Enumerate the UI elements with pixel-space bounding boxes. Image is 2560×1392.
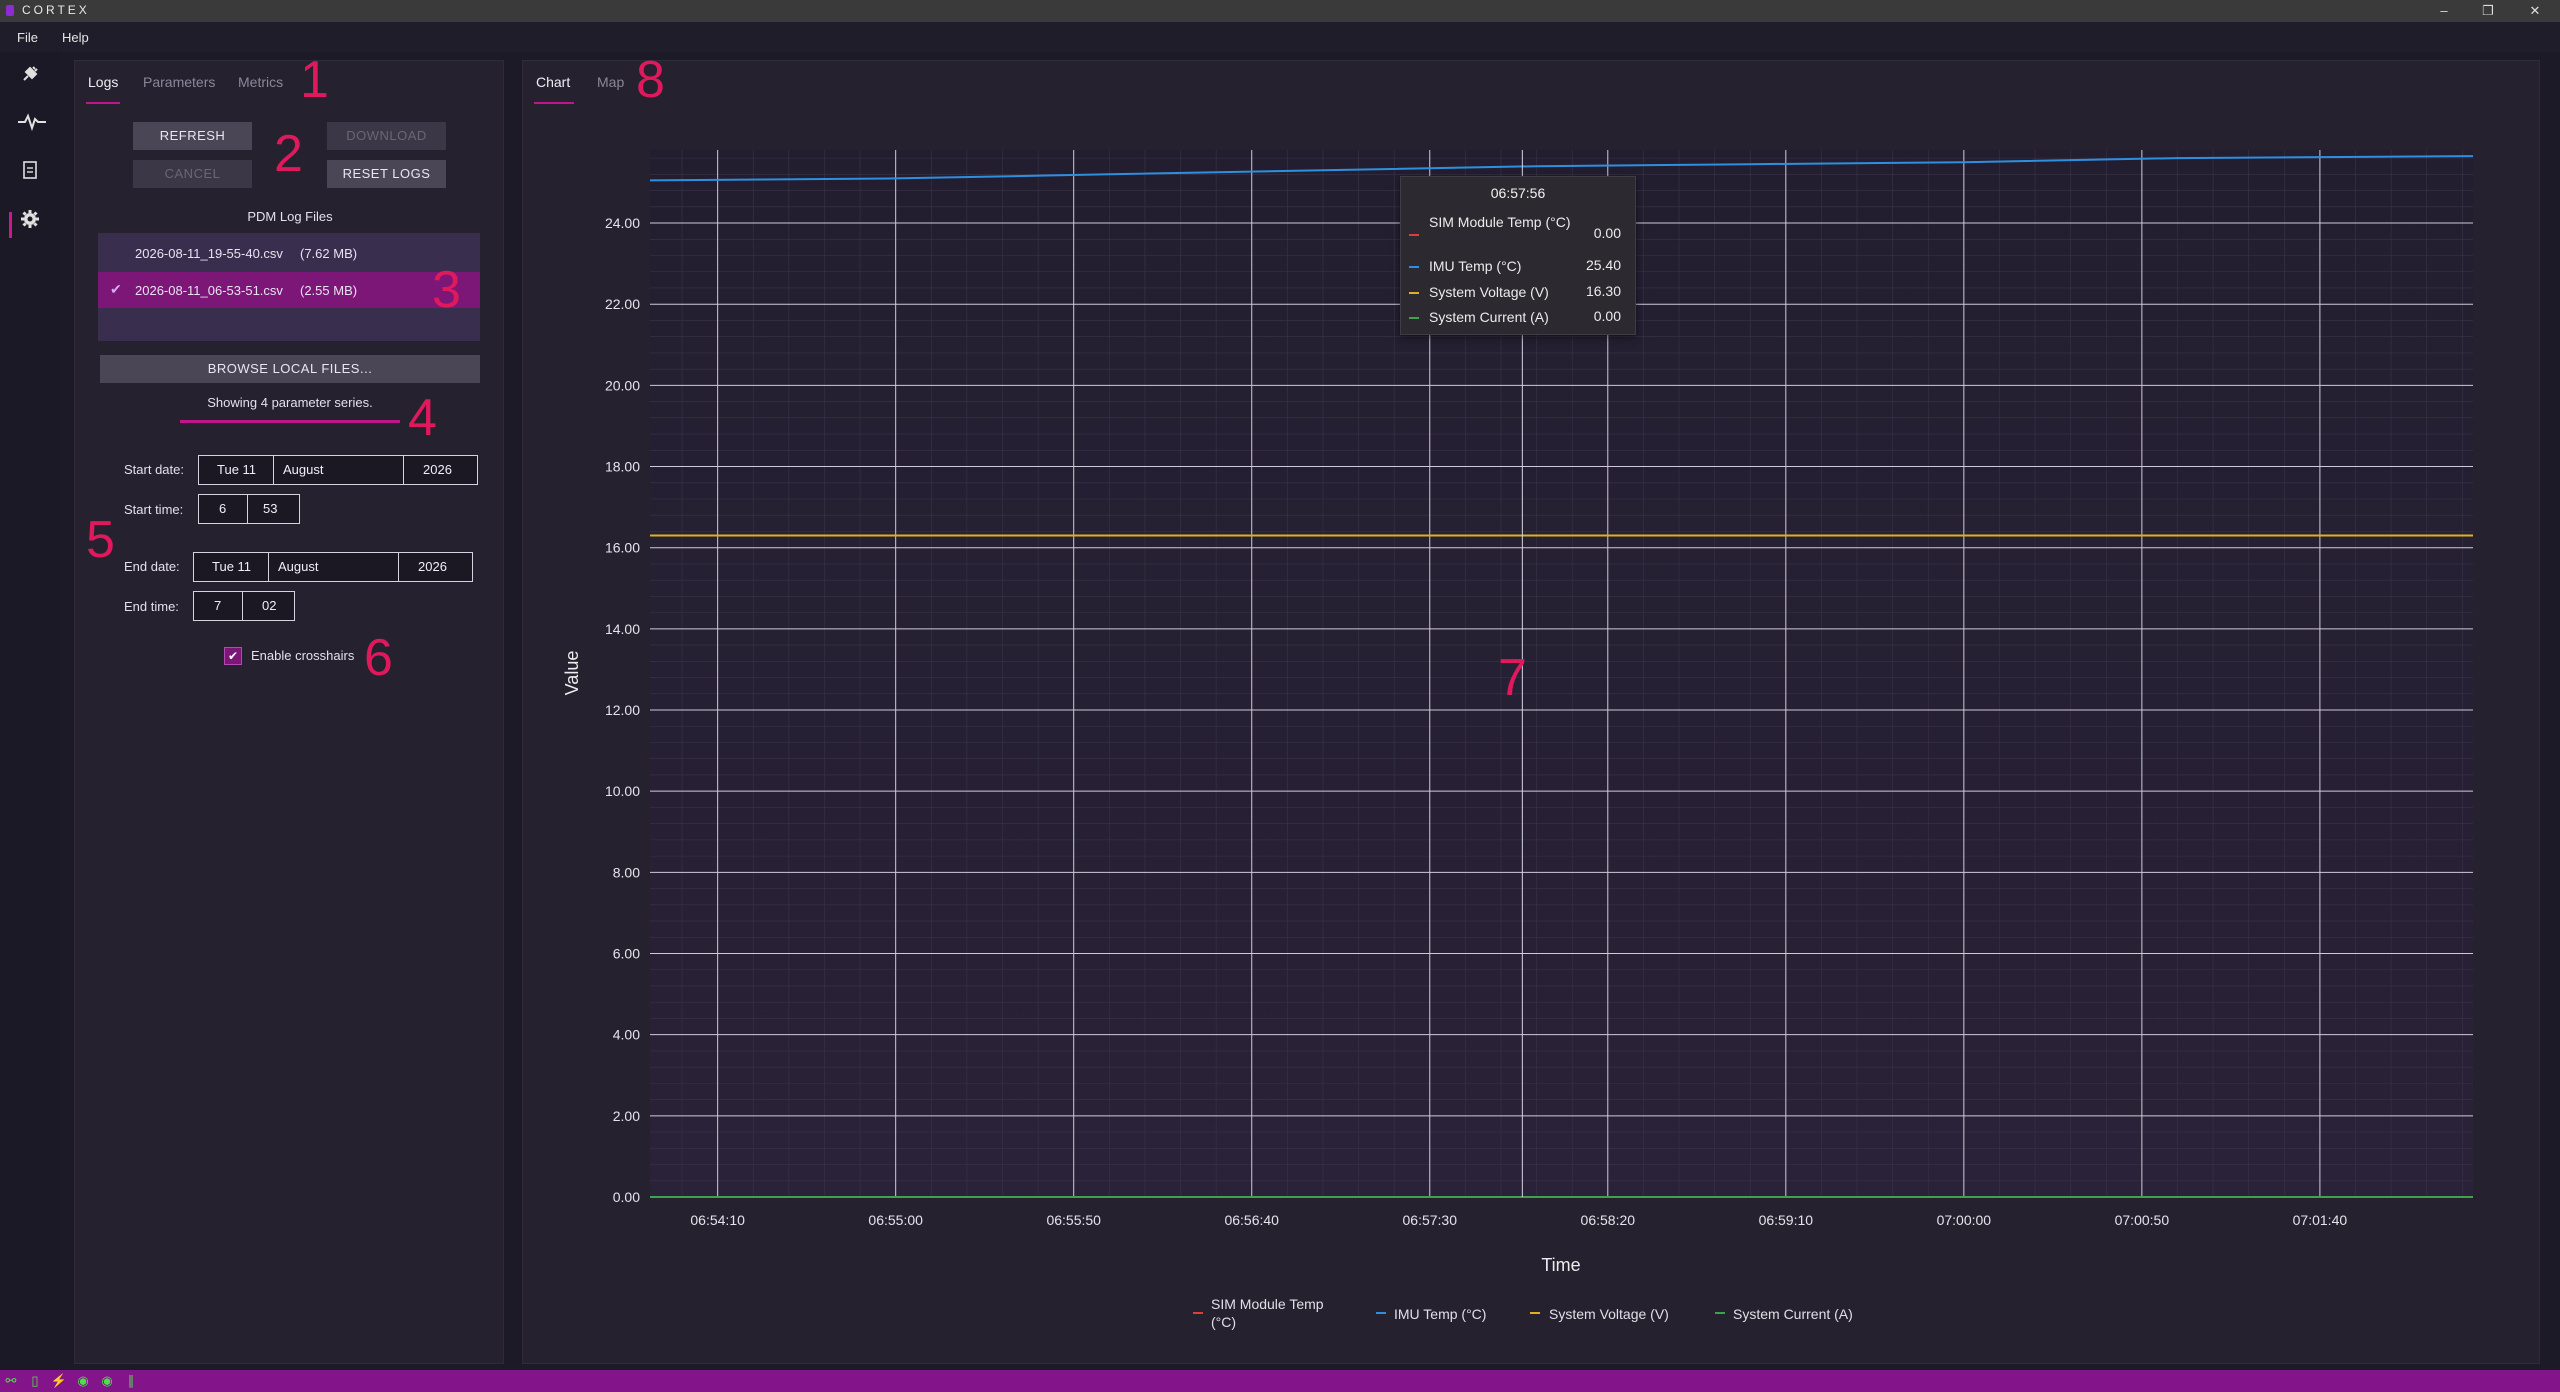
tooltip-label: System Voltage (V) bbox=[1429, 284, 1549, 300]
y-tick-label: 18.00 bbox=[605, 459, 640, 475]
tooltip-label: System Current (A) bbox=[1429, 309, 1549, 325]
link-icon[interactable]: ⚯ bbox=[2, 1372, 20, 1390]
y-tick-label: 22.00 bbox=[605, 296, 640, 312]
legend-swatch bbox=[1193, 1312, 1203, 1314]
annotation-6: 6 bbox=[364, 629, 393, 687]
x-tick-label: 06:54:10 bbox=[690, 1212, 745, 1228]
annotation-3: 3 bbox=[432, 261, 461, 319]
x-axis-label: Time bbox=[1541, 1255, 1580, 1275]
legend-item[interactable]: IMU Temp (°C) bbox=[1394, 1305, 1486, 1323]
x-tick-label: 06:58:20 bbox=[1581, 1212, 1636, 1228]
x-tick-label: 06:55:00 bbox=[868, 1212, 923, 1228]
tooltip-value: 16.30 bbox=[1585, 283, 1621, 299]
y-tick-label: 2.00 bbox=[613, 1108, 640, 1124]
annotation-8: 8 bbox=[636, 51, 665, 109]
y-tick-label: 12.00 bbox=[605, 702, 640, 718]
y-axis-label: Value bbox=[562, 651, 582, 696]
annotation-1: 1 bbox=[300, 51, 329, 109]
legend-swatch bbox=[1715, 1312, 1725, 1314]
y-tick-label: 24.00 bbox=[605, 215, 640, 231]
tooltip-swatch bbox=[1409, 292, 1419, 294]
satellite-icon[interactable]: ⚡ bbox=[50, 1372, 68, 1390]
legend-item[interactable]: SIM Module Temp (°C) bbox=[1211, 1295, 1346, 1331]
legend-swatch bbox=[1376, 1312, 1386, 1314]
device-icon[interactable]: ▯ bbox=[26, 1372, 44, 1390]
annotation-5: 5 bbox=[86, 511, 115, 569]
x-tick-label: 06:59:10 bbox=[1759, 1212, 1814, 1228]
chart-tooltip: 06:57:56 SIM Module Temp (°C) 0.00 IMU T… bbox=[1400, 176, 1636, 335]
y-tick-label: 8.00 bbox=[613, 864, 640, 880]
tooltip-label: IMU Temp (°C) bbox=[1429, 258, 1522, 274]
y-tick-label: 10.00 bbox=[605, 783, 640, 799]
tooltip-swatch bbox=[1409, 266, 1419, 268]
x-tick-label: 06:56:40 bbox=[1224, 1212, 1279, 1228]
y-tick-label: 20.00 bbox=[605, 377, 640, 393]
x-axis-ticks: 06:54:10 06:55:00 06:55:50 06:56:40 06:57:30… bbox=[690, 1212, 2347, 1228]
tooltip-swatch bbox=[1409, 317, 1419, 319]
y-tick-label: 6.00 bbox=[613, 946, 640, 962]
tooltip-value: 0.00 bbox=[1593, 308, 1621, 324]
x-tick-label: 07:01:40 bbox=[2293, 1212, 2348, 1228]
status-bar: ⚯ ▯ ⚡ ◉ ◉ ∥ bbox=[0, 1370, 2560, 1392]
x-tick-label: 06:55:50 bbox=[1046, 1212, 1101, 1228]
clip-icon[interactable]: ∥ bbox=[122, 1372, 140, 1390]
tooltip-swatch bbox=[1409, 234, 1419, 236]
x-tick-label: 07:00:50 bbox=[2115, 1212, 2170, 1228]
y-tick-label: 0.00 bbox=[613, 1189, 640, 1205]
y-tick-label: 14.00 bbox=[605, 621, 640, 637]
legend-item[interactable]: System Voltage (V) bbox=[1549, 1305, 1669, 1323]
x-tick-label: 07:00:00 bbox=[1937, 1212, 1992, 1228]
tooltip-label: SIM Module Temp (°C) bbox=[1429, 214, 1571, 230]
y-tick-label: 16.00 bbox=[605, 540, 640, 556]
annotation-2: 2 bbox=[274, 125, 303, 183]
annotation-7: 7 bbox=[1498, 649, 1527, 707]
eye-icon[interactable]: ◉ bbox=[98, 1372, 116, 1390]
tooltip-value: 25.40 bbox=[1585, 257, 1621, 273]
tooltip-value: 0.00 bbox=[1593, 225, 1621, 241]
legend-item[interactable]: System Current (A) bbox=[1733, 1305, 1853, 1323]
annotation-4: 4 bbox=[408, 389, 437, 447]
y-tick-label: 4.00 bbox=[613, 1027, 640, 1043]
tooltip-time: 06:57:56 bbox=[1490, 185, 1546, 201]
eye-icon[interactable]: ◉ bbox=[74, 1372, 92, 1390]
line-chart[interactable]: 0.002.004.006.008.0010.0012.0014.0016.00… bbox=[0, 0, 2560, 1392]
x-tick-label: 06:57:30 bbox=[1403, 1212, 1458, 1228]
legend-swatch bbox=[1530, 1312, 1540, 1314]
y-axis-ticks: 0.00 2.00 4.00 6.00 8.00 10.00 12.00 14.00 16.00… bbox=[605, 215, 640, 1205]
